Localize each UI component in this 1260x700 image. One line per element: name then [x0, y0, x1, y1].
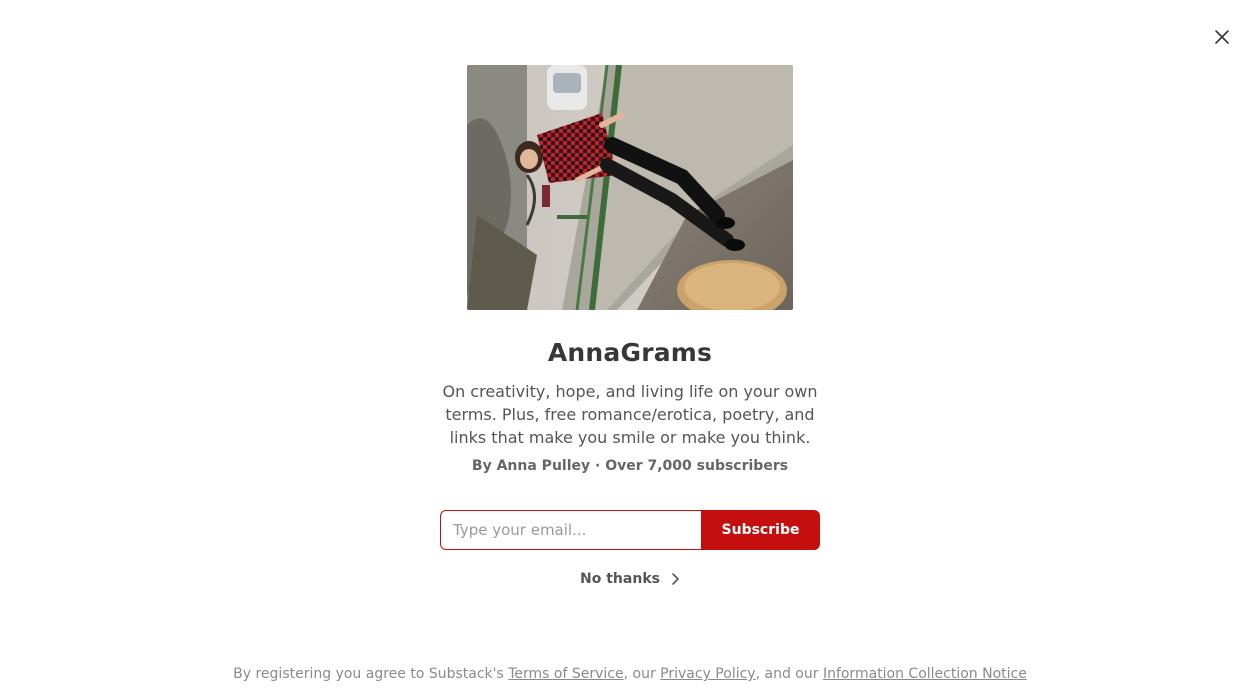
subscribe-modal: AnnaGrams On creativity, hope, and livin…	[0, 0, 1260, 700]
email-input[interactable]	[440, 510, 701, 550]
chevron-right-icon	[672, 573, 679, 585]
legal-footer: By registering you agree to Substack's T…	[0, 666, 1260, 682]
no-thanks-button[interactable]: No thanks	[580, 571, 680, 587]
close-button[interactable]	[1212, 27, 1232, 47]
subscribe-form: Subscribe	[440, 510, 820, 550]
privacy-link[interactable]: Privacy Policy	[660, 666, 755, 682]
publication-title: AnnaGrams	[547, 338, 713, 367]
close-icon	[1215, 30, 1229, 44]
no-thanks-label: No thanks	[580, 571, 660, 587]
publication-byline: By Anna Pulley · Over 7,000 subscribers	[471, 458, 789, 474]
publication-description: On creativity, hope, and living life on …	[442, 382, 818, 447]
terms-link[interactable]: Terms of Service	[508, 666, 623, 682]
footer-sep-2: , and our	[755, 666, 823, 682]
footer-sep-1: , our	[623, 666, 661, 682]
footer-prefix: By registering you agree to Substack's	[233, 666, 509, 682]
collection-notice-link[interactable]: Information Collection Notice	[823, 666, 1027, 682]
subscribe-button[interactable]: Subscribe	[701, 510, 820, 550]
no-thanks-row: No thanks	[0, 571, 1260, 587]
hero-image	[467, 65, 793, 310]
